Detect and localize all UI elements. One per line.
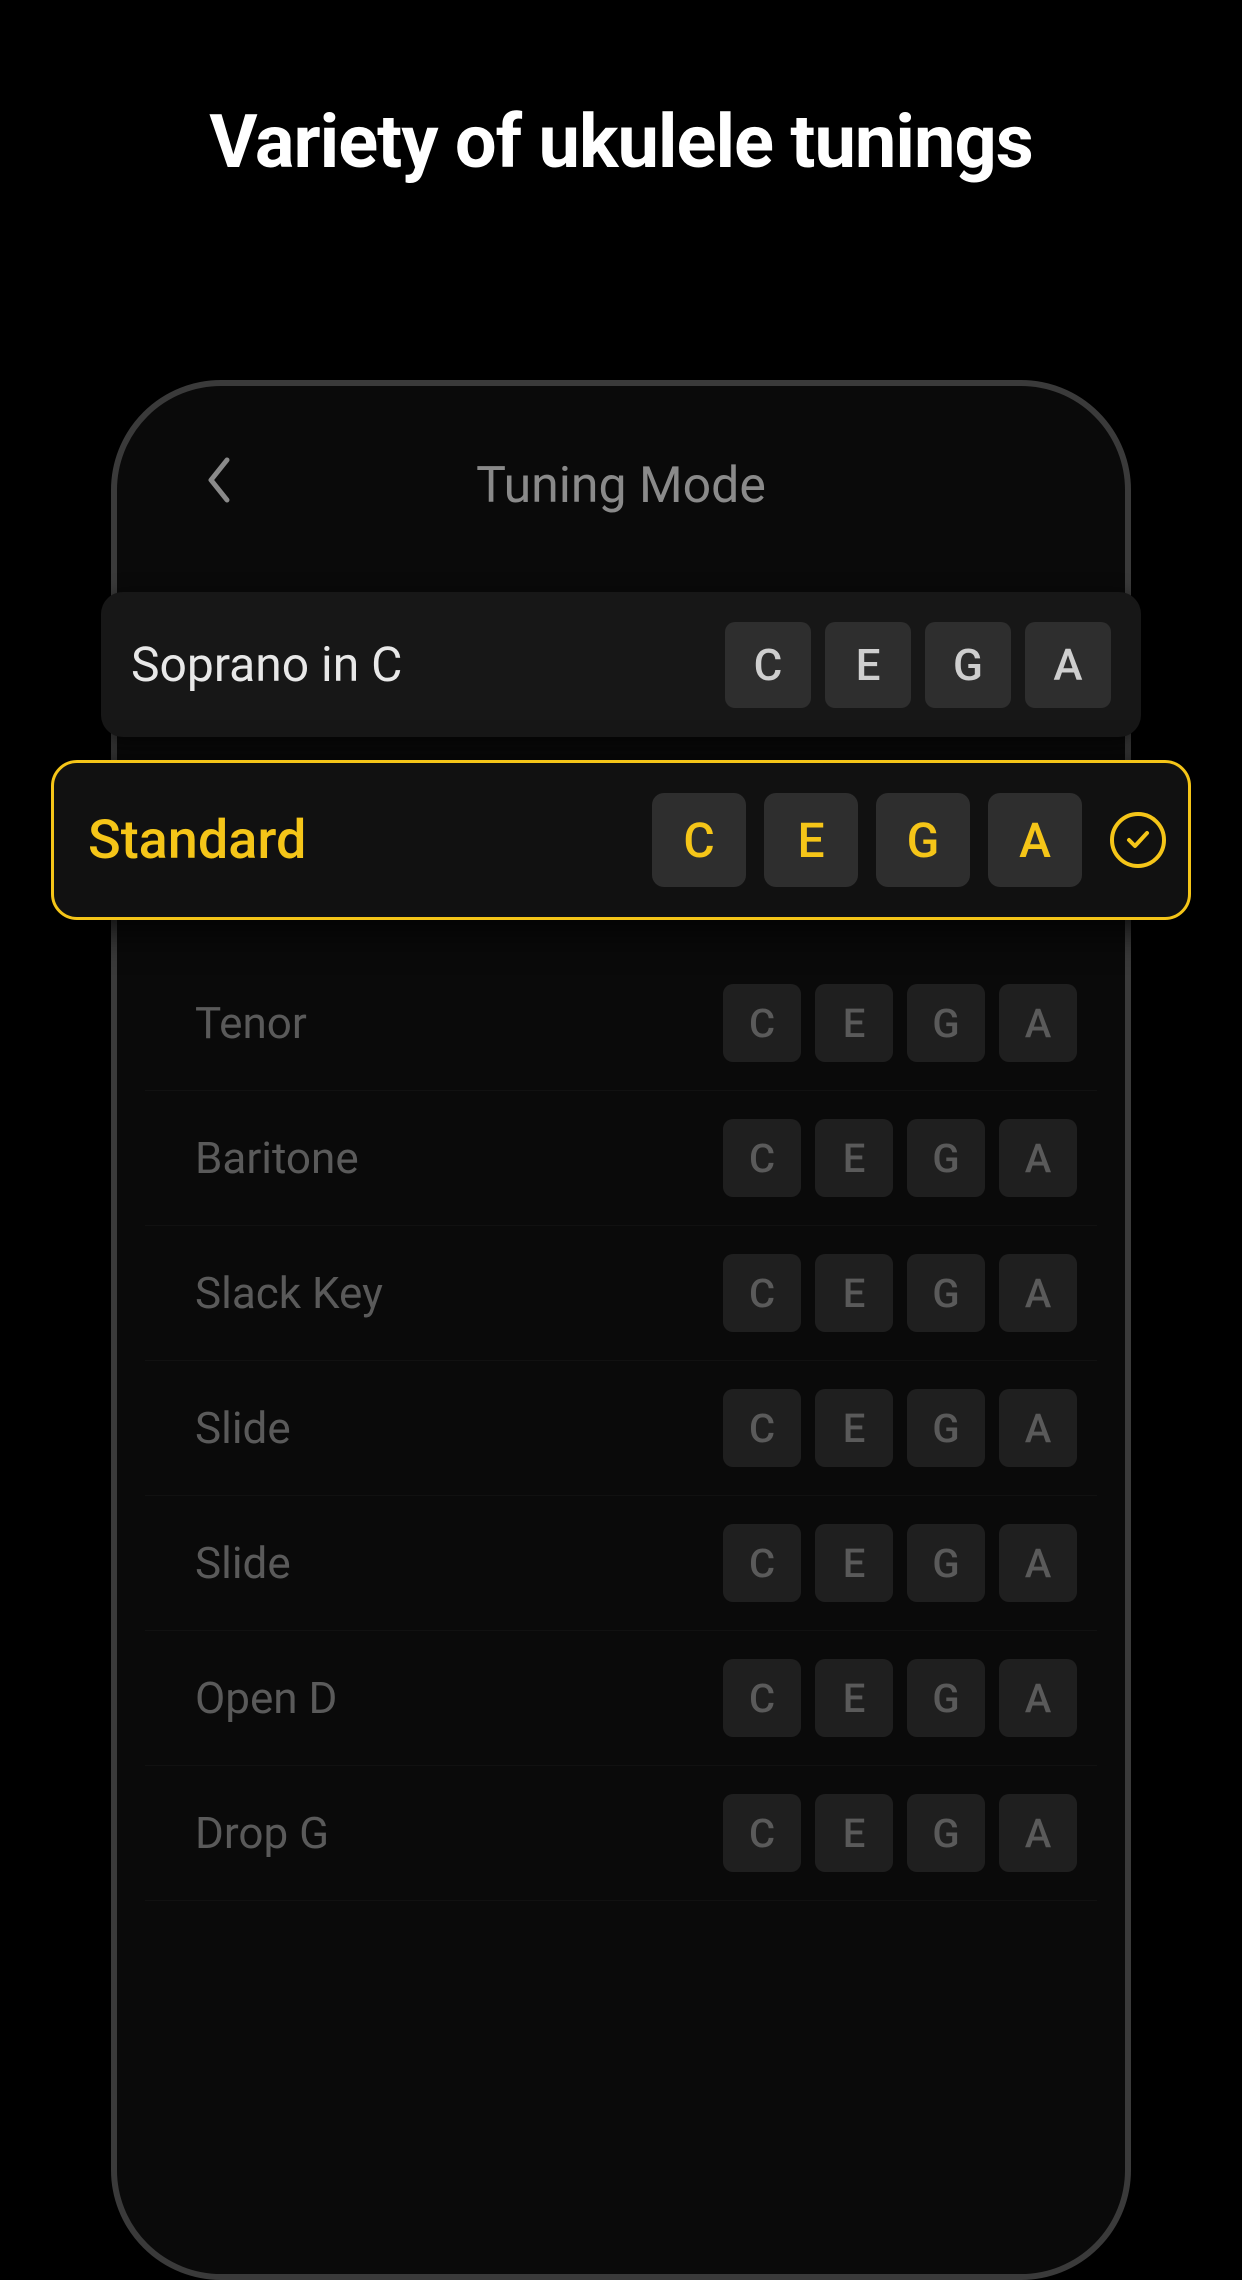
note-chip: C [652,793,746,887]
note-chip: E [815,1119,893,1197]
tuning-label: Open D [195,1672,337,1724]
note-chip: G [907,1659,985,1737]
note-group: CEGA [723,1389,1077,1467]
note-chip: C [723,1254,801,1332]
marketing-headline: Variety of ukulele tunings [0,0,1242,185]
tuning-label: Soprano in C [131,636,402,693]
tuning-row[interactable]: Tenor CEGA [145,956,1097,1091]
note-chip: G [907,1254,985,1332]
note-chip: A [999,1794,1077,1872]
note-group: CEGA [723,1794,1077,1872]
note-chip: A [999,1119,1077,1197]
tuning-row-standard-selected[interactable]: Standard C E G A [51,760,1191,920]
note-chip: A [999,1659,1077,1737]
note-chip: E [815,1659,893,1737]
note-group: CEGA [723,1254,1077,1332]
note-chip: A [999,984,1077,1062]
note-chip: E [825,622,911,708]
tuning-row[interactable]: Slack Key CEGA [145,1226,1097,1361]
note-chip: A [999,1254,1077,1332]
note-chip: E [815,1254,893,1332]
note-chip: G [907,1119,985,1197]
note-chip: C [723,1119,801,1197]
nav-bar: Tuning Mode [145,446,1097,526]
note-chip: E [815,984,893,1062]
tuning-label: Drop G [195,1807,329,1859]
note-chip: A [999,1389,1077,1467]
tuning-row[interactable]: Drop G CEGA [145,1766,1097,1901]
note-chip: C [723,1659,801,1737]
tuning-label: Slack Key [195,1267,383,1319]
note-chip: C [725,622,811,708]
tuning-row[interactable]: Slide CEGA [145,1361,1097,1496]
tuning-row[interactable]: Baritone CEGA [145,1091,1097,1226]
note-group: CEGA [723,1659,1077,1737]
note-group: CEGA [723,984,1077,1062]
note-chip: C [723,1794,801,1872]
nav-title: Tuning Mode [476,457,766,515]
tuning-label: Standard [88,809,306,872]
note-group: C E G A [652,793,1166,887]
note-chip: G [925,622,1011,708]
note-chip: C [723,1524,801,1602]
note-chip: E [815,1389,893,1467]
tuning-row[interactable]: Slide CEGA [145,1496,1097,1631]
note-chip: A [988,793,1082,887]
back-icon[interactable] [205,456,233,516]
note-chip: C [723,1389,801,1467]
tuning-label: Slide [195,1402,291,1454]
note-chip: A [1025,622,1111,708]
note-group: CEGA [723,1119,1077,1197]
tuning-row[interactable]: Open D CEGA [145,1631,1097,1766]
note-chip: E [815,1794,893,1872]
tuning-row-soprano[interactable]: Soprano in C C E G A [101,592,1141,737]
note-chip: G [907,1794,985,1872]
tuning-label: Tenor [195,997,307,1049]
note-group: C E G A [725,622,1111,708]
note-chip: E [764,793,858,887]
note-chip: G [907,1524,985,1602]
note-group: CEGA [723,1524,1077,1602]
tuning-label: Slide [195,1537,291,1589]
note-chip: G [876,793,970,887]
note-chip: E [815,1524,893,1602]
note-chip: G [907,984,985,1062]
note-chip: C [723,984,801,1062]
check-icon [1110,812,1166,868]
note-chip: A [999,1524,1077,1602]
tuning-label: Baritone [195,1132,359,1184]
note-chip: G [907,1389,985,1467]
